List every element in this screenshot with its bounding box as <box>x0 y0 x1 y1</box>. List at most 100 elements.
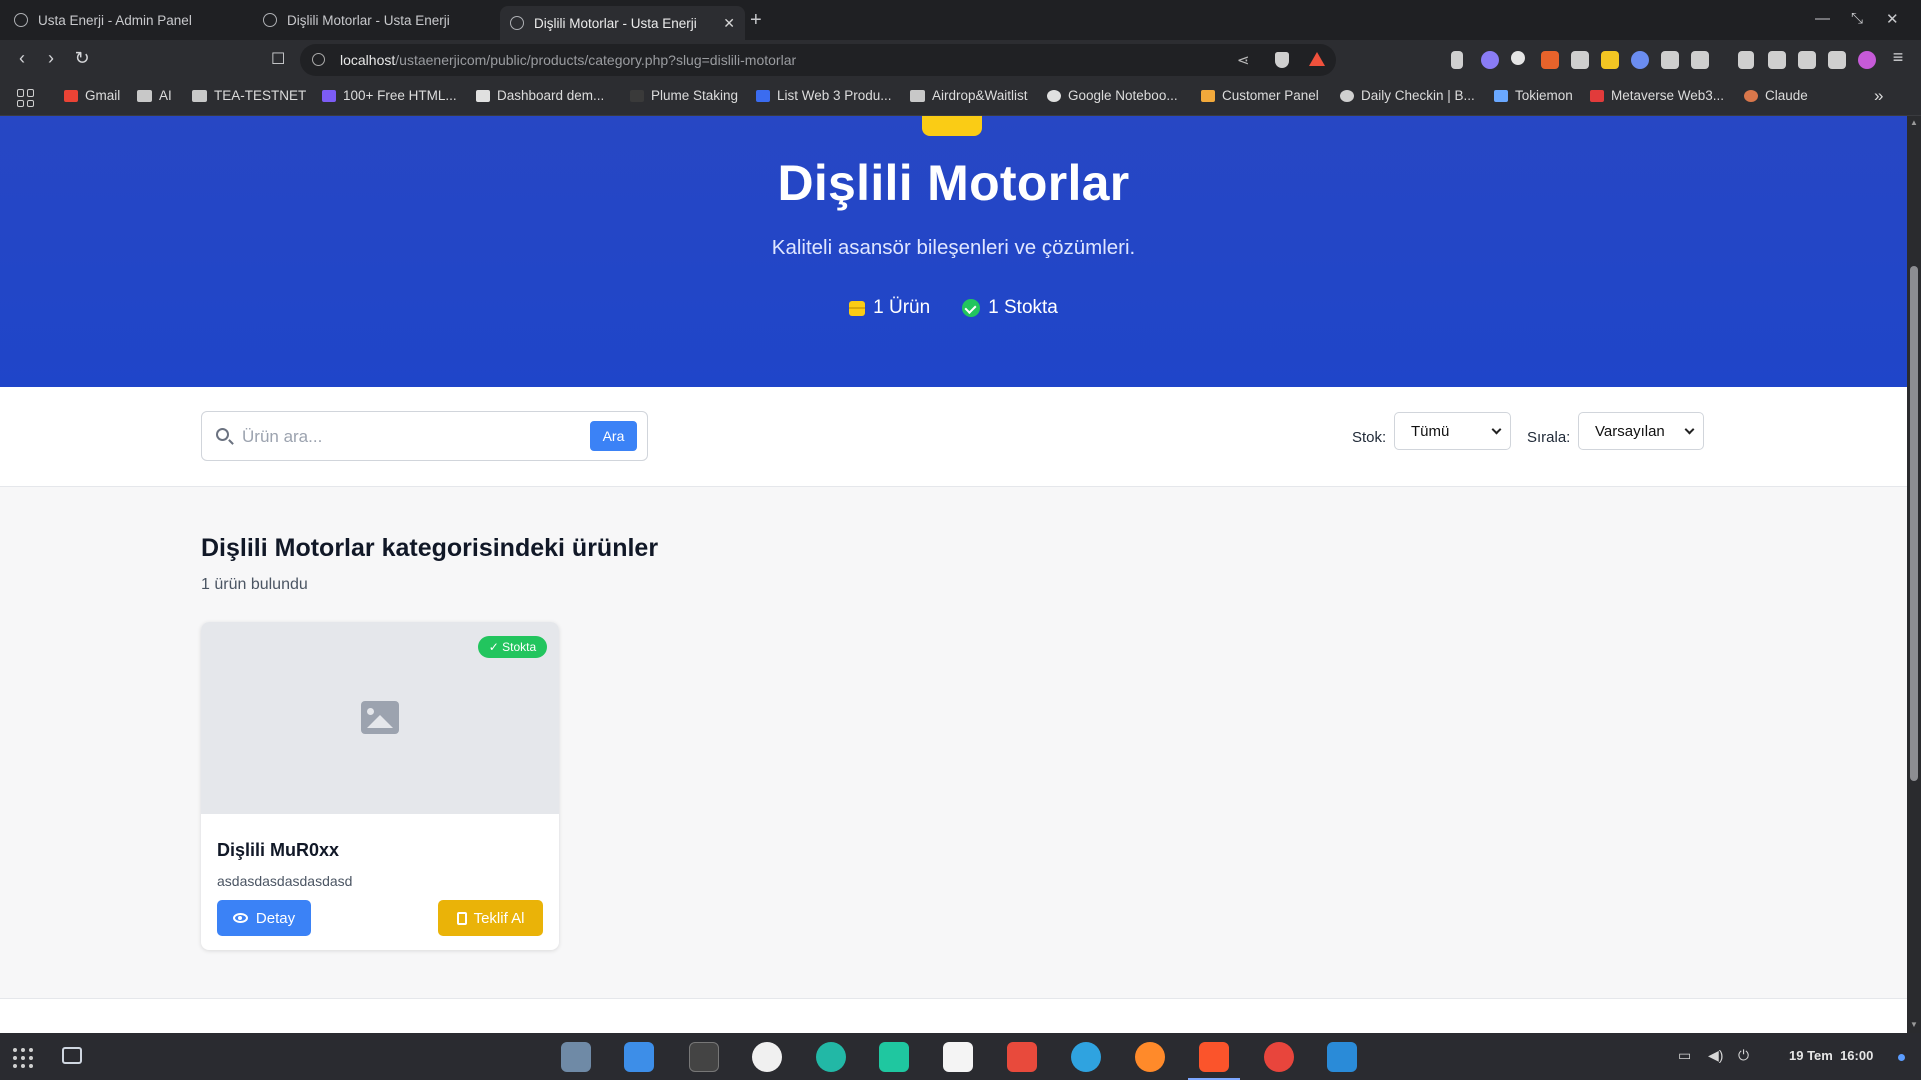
bookmark-google-notebook[interactable]: Google Noteboo... <box>1047 88 1178 103</box>
close-window-icon[interactable]: ✕ <box>1886 10 1899 28</box>
bookmark-customer-panel[interactable]: Customer Panel <box>1201 88 1319 103</box>
scroll-up-arrow-icon[interactable]: ▲ <box>1910 118 1918 127</box>
extension-icon[interactable] <box>1481 51 1499 69</box>
tab-dislili-motorlar-active[interactable]: Dişlili Motorlar - Usta Enerji ✕ <box>500 6 745 40</box>
product-name[interactable]: Dişlili MuR0xx <box>217 840 339 861</box>
sort-select[interactable]: Varsayılan <box>1578 412 1704 450</box>
terminal-icon[interactable] <box>689 1042 719 1072</box>
reader-mode-icon[interactable] <box>1451 51 1463 69</box>
bookmark-icon[interactable]: ☐ <box>271 49 285 69</box>
download-icon[interactable] <box>1738 51 1754 69</box>
stock-count-stat: 1 Stokta <box>962 297 1058 319</box>
file-manager-icon[interactable] <box>561 1042 591 1072</box>
brave-rewards-icon[interactable] <box>1309 52 1325 66</box>
camera-icon[interactable] <box>1571 51 1589 69</box>
bookmark-claude[interactable]: Claude <box>1744 88 1808 103</box>
search-button[interactable]: Ara <box>590 421 637 451</box>
vscode-icon[interactable] <box>1327 1042 1357 1072</box>
screenshot-icon[interactable] <box>1691 51 1709 69</box>
show-desktop-icon[interactable] <box>62 1047 82 1064</box>
tab-admin-panel[interactable]: Usta Enerji - Admin Panel <box>4 6 249 34</box>
firefox-icon[interactable] <box>1135 1042 1165 1072</box>
leo-ai-icon[interactable] <box>1828 51 1846 69</box>
pycharm-icon[interactable] <box>879 1042 909 1072</box>
forward-icon[interactable]: › <box>39 48 63 69</box>
products-section-title: Dişlili Motorlar kategorisindeki ürünler <box>201 534 659 562</box>
product-card[interactable]: ✓ Stokta Dişlili MuR0xx asdasdasdasdasda… <box>201 622 559 950</box>
product-count-text: 1 Ürün <box>873 297 931 318</box>
tab-dislili-motorlar[interactable]: Dişlili Motorlar - Usta Enerji <box>253 6 498 34</box>
box-icon <box>922 116 982 136</box>
page-footer <box>0 998 1907 1033</box>
webstorm-icon[interactable] <box>943 1042 973 1072</box>
restore-icon[interactable]: ⤡ <box>1851 10 1863 27</box>
share-icon[interactable]: ⋖ <box>1237 51 1250 69</box>
os-taskbar: ▭ ◀) ⏻ 19 Tem 16:00 <box>0 1033 1921 1080</box>
bookmark-metaverse[interactable]: Metaverse Web3... <box>1590 88 1724 103</box>
back-icon[interactable]: ‹ <box>10 48 34 69</box>
menu-icon[interactable]: ≡ <box>1886 47 1910 68</box>
notification-dot-icon[interactable] <box>1898 1054 1905 1061</box>
reload-icon[interactable]: ↻ <box>70 48 94 69</box>
site-icon <box>1201 89 1215 102</box>
bookmark-daily-checkin[interactable]: Daily Checkin | B... <box>1340 88 1475 103</box>
hero-stats: 1 Ürün 1 Stokta <box>0 297 1907 319</box>
scrollbar-thumb[interactable] <box>1910 266 1918 781</box>
screen-icon[interactable]: ▭ <box>1678 1047 1691 1064</box>
bookmark-free-html[interactable]: 100+ Free HTML... <box>322 88 457 103</box>
extension-icon[interactable] <box>1601 51 1619 69</box>
extension-icon[interactable] <box>1511 51 1525 65</box>
chrome-icon[interactable] <box>1264 1042 1294 1072</box>
minimize-icon[interactable]: — <box>1815 10 1830 27</box>
search-box: Ara <box>201 411 648 461</box>
close-tab-icon[interactable]: ✕ <box>723 15 735 32</box>
detail-button[interactable]: Detay <box>217 900 311 936</box>
new-tab-button[interactable]: + <box>750 9 762 32</box>
git-client-icon[interactable] <box>1007 1042 1037 1072</box>
bookmark-gmail[interactable]: Gmail <box>64 88 120 103</box>
more-bookmarks-icon[interactable]: » <box>1874 86 1883 106</box>
app-store-icon[interactable] <box>624 1042 654 1072</box>
site-icon <box>1494 89 1508 102</box>
apps-icon[interactable] <box>17 89 35 107</box>
brave-shield-icon[interactable] <box>1275 52 1289 68</box>
profile-avatar-icon[interactable] <box>1858 51 1876 69</box>
bookmark-ai[interactable]: AI <box>137 88 172 103</box>
volume-icon[interactable]: ◀) <box>1708 1047 1723 1064</box>
quote-button[interactable]: Teklif Al <box>438 900 543 936</box>
bookmark-airdrop[interactable]: Airdrop&Waitlist <box>910 88 1028 103</box>
stock-filter-select[interactable]: Tümü <box>1394 412 1511 450</box>
taskbar-clock[interactable]: 19 Tem 16:00 <box>1789 1048 1873 1063</box>
sidebar-icon[interactable] <box>1768 51 1786 69</box>
page-scrollbar[interactable]: ▲ ▼ <box>1907 116 1921 1033</box>
extension-icon[interactable] <box>1631 51 1649 69</box>
scroll-down-arrow-icon[interactable]: ▼ <box>1910 1020 1918 1029</box>
wallet-icon[interactable] <box>1798 51 1816 69</box>
telegram-icon[interactable] <box>1071 1042 1101 1072</box>
brave-browser-icon[interactable] <box>1199 1042 1229 1072</box>
bookmark-list-web3[interactable]: List Web 3 Produ... <box>756 88 892 103</box>
extensions-puzzle-icon[interactable] <box>1661 51 1679 69</box>
site-icon <box>322 89 336 102</box>
bookmark-tea-testnet[interactable]: TEA-TESTNET <box>192 88 306 103</box>
remote-desktop-icon[interactable] <box>816 1042 846 1072</box>
bookmark-plume-staking[interactable]: Plume Staking <box>630 88 738 103</box>
bookmark-tokiemon[interactable]: Tokiemon <box>1494 88 1573 103</box>
url-text[interactable]: localhost/ustaenerjicom/public/products/… <box>340 52 796 68</box>
site-icon <box>476 89 490 102</box>
folder-icon <box>192 89 207 102</box>
product-image-placeholder[interactable]: ✓ Stokta <box>201 622 559 814</box>
stock-filter-label: Stok: <box>1352 429 1387 446</box>
bookmark-dashboard[interactable]: Dashboard dem... <box>476 88 604 103</box>
globe-icon <box>263 13 277 27</box>
power-icon[interactable]: ⏻ <box>1738 1047 1749 1064</box>
address-bar[interactable]: localhost/ustaenerjicom/public/products/… <box>300 44 1336 76</box>
search-input[interactable] <box>242 424 582 450</box>
tab-title: Usta Enerji - Admin Panel <box>38 12 192 28</box>
app-launcher-icon[interactable] <box>13 1048 33 1068</box>
site-info-icon[interactable] <box>312 53 325 66</box>
site-icon <box>1590 89 1604 102</box>
github-icon[interactable] <box>752 1042 782 1072</box>
product-description: asdasdasdasdasdasd <box>217 873 353 889</box>
metamask-icon[interactable] <box>1541 51 1559 69</box>
